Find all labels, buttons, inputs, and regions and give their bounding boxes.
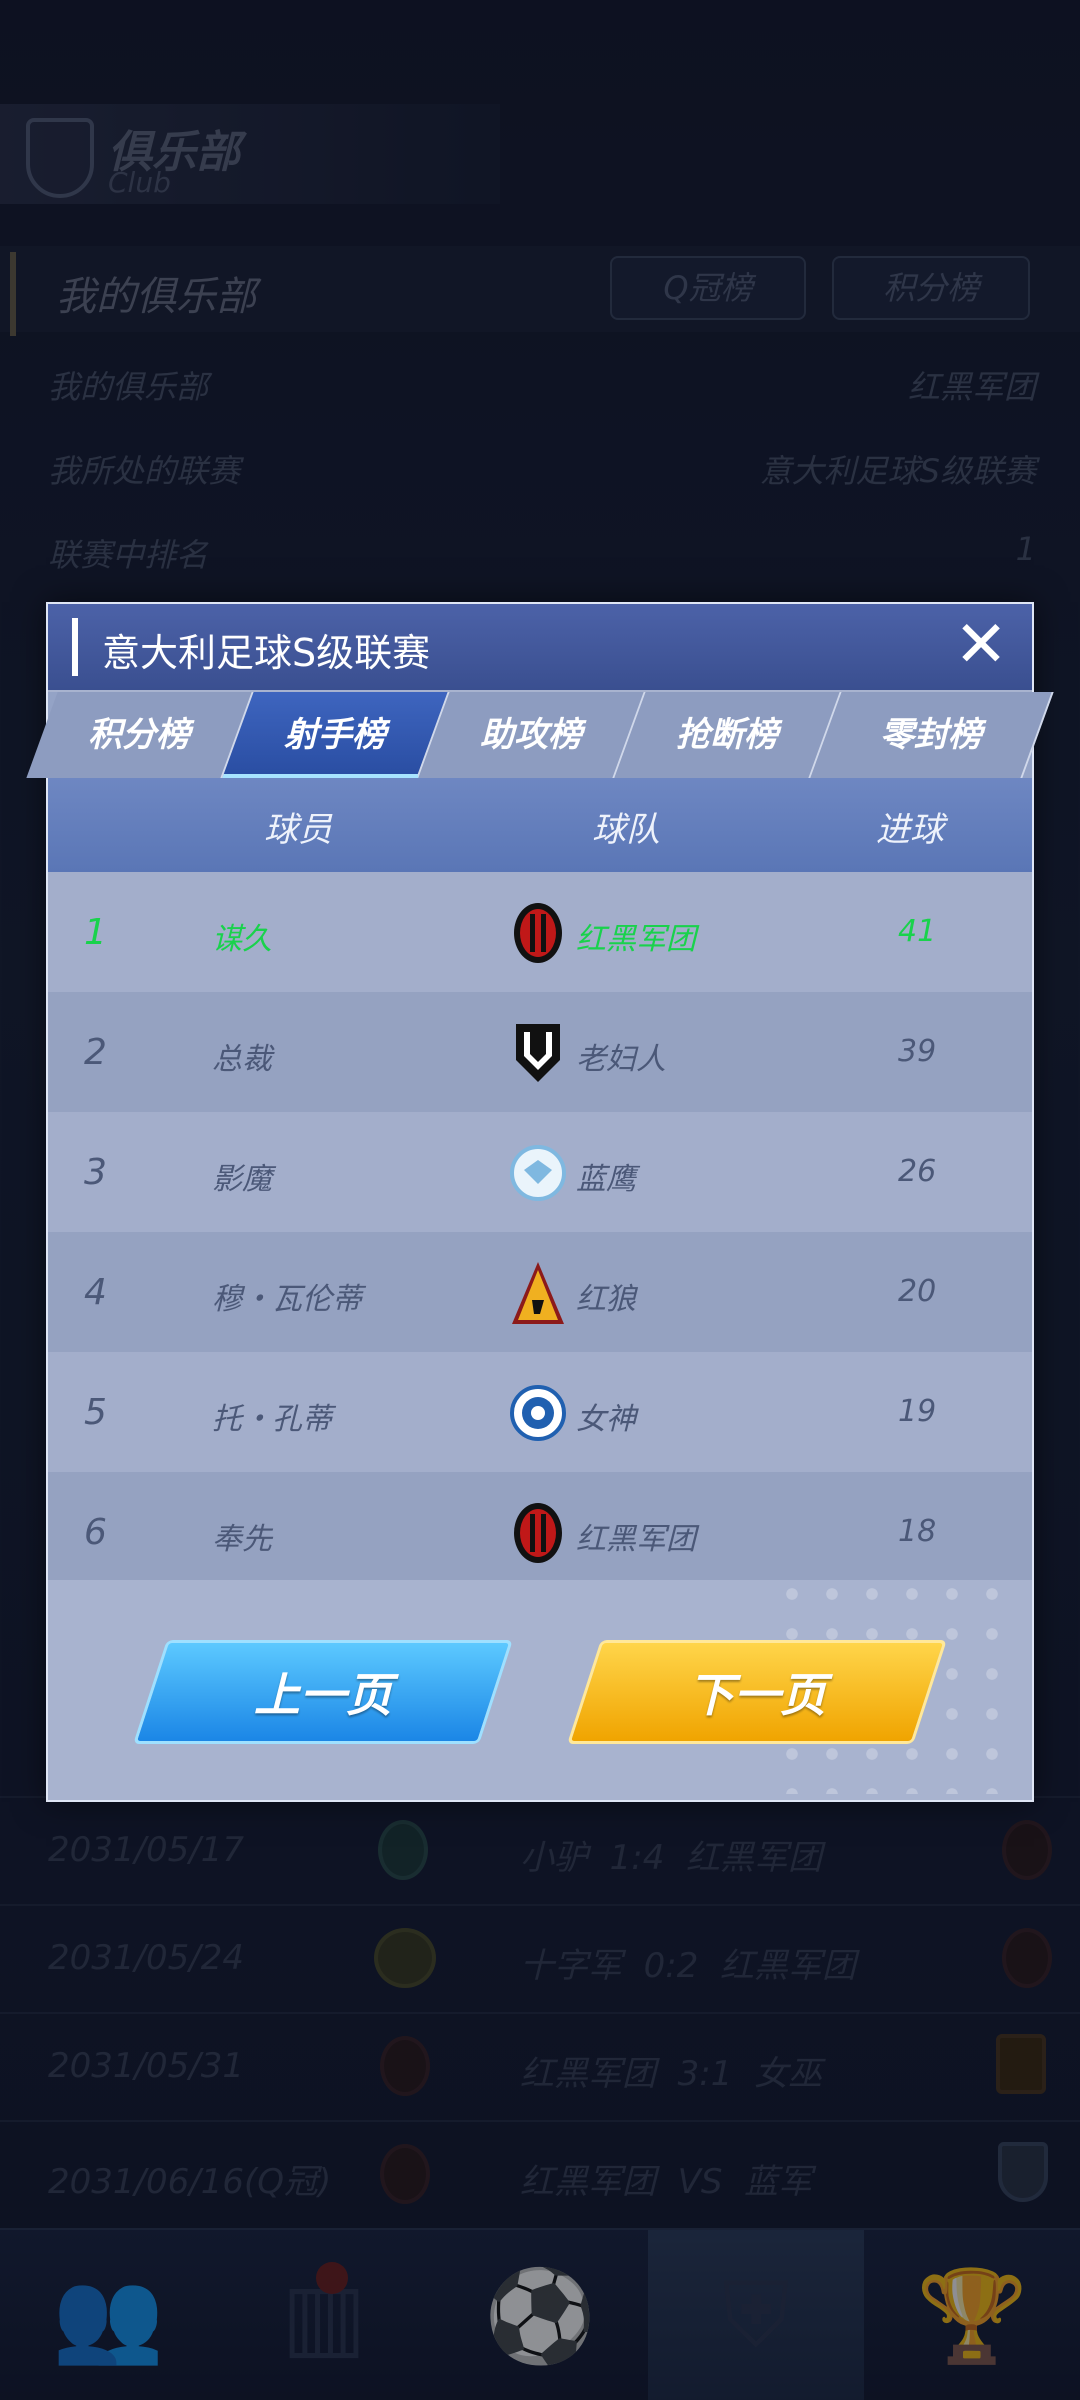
table-row[interactable]: 6 奉先 红黑军团 18 [48,1472,1032,1580]
league-stats-modal: 意大利足球S级联赛 ✕ 积分榜 射手榜 助攻榜 抢断榜 零封榜 球员 球队 进球… [26,602,1054,1802]
player-name: 谋久 [212,922,272,957]
team-name: 女神 [576,1402,636,1437]
tab-label: 积分榜 [88,715,190,755]
tab-label: 零封榜 [880,715,982,755]
column-goals: 进球 [876,810,944,850]
team-badge-icon [514,903,562,963]
team-badge-icon [514,1503,562,1563]
team-badge-icon [516,1024,560,1082]
tab-assists[interactable]: 助攻榜 [418,692,646,778]
table-row[interactable]: 3 影魔 蓝鹰 26 [48,1112,1032,1232]
player-name: 托・孔蒂 [212,1402,332,1437]
tab-label: 助攻榜 [480,715,582,755]
ranking-tabs: 积分榜 射手榜 助攻榜 抢断榜 零封榜 [26,692,1054,778]
team-badge-icon [510,1385,566,1441]
goals: 19 [898,1394,937,1429]
modal-title-accent [72,618,78,676]
modal-title: 意大利足球S级联赛 [102,631,431,675]
goals: 20 [898,1274,937,1309]
player-name: 影魔 [212,1162,272,1197]
tab-label: 射手榜 [284,715,386,755]
goals: 18 [898,1514,937,1549]
rank: 3 [84,1152,107,1193]
next-page-label: 下一页 [688,1668,826,1722]
team-name: 红黑军团 [576,1522,696,1557]
tab-clean-sheets[interactable]: 零封榜 [810,692,1054,778]
table-row[interactable]: 1 谋久 红黑军团 41 [48,872,1032,992]
team-name: 老妇人 [576,1042,666,1077]
tab-steals[interactable]: 抢断榜 [614,692,842,778]
previous-page-button[interactable]: 上一页 [133,1640,513,1744]
previous-page-label: 上一页 [254,1668,392,1722]
rank: 4 [84,1272,107,1313]
table-row[interactable]: 2 总裁 老妇人 39 [48,992,1032,1112]
player-name: 奉先 [212,1522,272,1557]
team-name: 红狼 [576,1282,636,1317]
table-header: 球员 球队 进球 [48,778,1032,872]
team-name: 蓝鹰 [576,1162,636,1197]
team-badge-icon [512,1262,564,1324]
table-row[interactable]: 5 托・孔蒂 女神 19 [48,1352,1032,1472]
tab-scorers[interactable]: 射手榜 [222,692,450,778]
team-name: 红黑军团 [576,922,696,957]
goals: 26 [898,1154,937,1189]
rank: 6 [84,1512,107,1553]
goals: 39 [898,1034,937,1069]
tab-points[interactable]: 积分榜 [26,692,254,778]
next-page-button[interactable]: 下一页 [567,1640,947,1744]
table-row[interactable]: 4 穆・瓦伦蒂 红狼 20 [48,1232,1032,1352]
team-badge-icon [510,1145,566,1201]
modal-header: 意大利足球S级联赛 ✕ [48,604,1032,690]
rank: 5 [84,1392,107,1433]
player-name: 总裁 [212,1042,272,1077]
column-team: 球队 [592,810,660,850]
column-player: 球员 [264,810,332,850]
rank: 1 [84,912,107,953]
close-icon[interactable]: ✕ [948,613,1014,680]
player-name: 穆・瓦伦蒂 [212,1282,362,1317]
goals: 41 [898,914,937,949]
tab-label: 抢断榜 [676,715,778,755]
rank: 2 [84,1032,107,1073]
